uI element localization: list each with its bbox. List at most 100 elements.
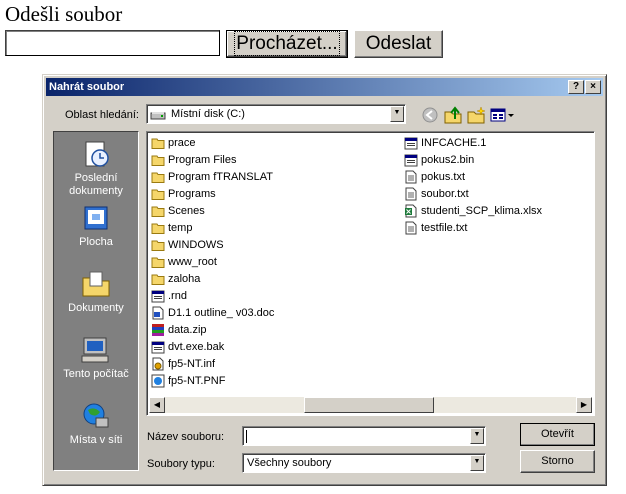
file-name: fp5-NT.inf — [168, 358, 216, 370]
file-item[interactable]: fp5-NT.inf — [151, 356, 215, 372]
filetype-value: Všechny soubory — [247, 457, 332, 469]
send-button[interactable]: Odeslat — [354, 30, 443, 58]
file-item[interactable]: pokus2.bin — [404, 152, 474, 168]
folder-icon — [151, 238, 165, 252]
text-file-icon — [404, 221, 418, 235]
file-item[interactable]: studenti_SCP_klima.xlsx — [404, 203, 542, 219]
folder-icon — [151, 187, 165, 201]
file-item[interactable]: Program fTRANSLAT — [151, 169, 273, 185]
file-item[interactable]: prace — [151, 135, 196, 151]
scroll-left-icon[interactable]: ◀ — [149, 397, 165, 413]
file-name: Program fTRANSLAT — [168, 171, 273, 183]
place-my-computer[interactable]: Tento počítač — [54, 334, 138, 381]
file-item[interactable]: WINDOWS — [151, 237, 224, 253]
file-name: data.zip — [168, 324, 207, 336]
scroll-right-icon[interactable]: ▶ — [576, 397, 592, 413]
file-name: soubor.txt — [421, 188, 469, 200]
chevron-down-icon[interactable]: ▼ — [470, 455, 484, 471]
place-network[interactable]: Místa v síti — [54, 400, 138, 447]
file-name: pokus.txt — [421, 171, 466, 183]
file-item[interactable]: Program Files — [151, 152, 236, 168]
place-label: Tento počítač — [63, 368, 129, 380]
file-name: prace — [168, 137, 196, 149]
view-menu-icon[interactable] — [489, 105, 515, 125]
file-item[interactable]: pokus.txt — [404, 169, 465, 185]
help-button[interactable]: ? — [568, 80, 584, 94]
page-heading: Odešli soubor — [5, 2, 123, 26]
folder-icon — [151, 153, 165, 167]
folder-icon — [151, 272, 165, 286]
file-item[interactable]: Programs — [151, 186, 216, 202]
file-path-input[interactable] — [5, 30, 220, 56]
file-name: studenti_SCP_klima.xlsx — [421, 205, 543, 217]
drive-icon — [150, 108, 166, 126]
file-name: Scenes — [168, 205, 205, 217]
file-name: WINDOWS — [168, 239, 224, 251]
file-item[interactable]: D1.1 outline_ v03.doc — [151, 305, 274, 321]
file-item[interactable]: zaloha — [151, 271, 200, 287]
dialog-titlebar[interactable]: Nahrát soubor ? × — [46, 78, 603, 96]
folder-icon — [151, 204, 165, 218]
cancel-button[interactable]: Storno — [520, 450, 595, 473]
folder-icon — [151, 221, 165, 235]
place-label: Poslední dokumenty — [69, 172, 123, 197]
places-bar: Poslední dokumenty Plocha Dokumenty Tent… — [53, 131, 139, 471]
chevron-down-icon[interactable]: ▼ — [470, 428, 484, 444]
text-file-icon — [404, 187, 418, 201]
close-button[interactable]: × — [585, 80, 601, 94]
file-item[interactable]: dvt.exe.bak — [151, 339, 224, 355]
browse-button[interactable]: Procházet... — [226, 30, 348, 58]
up-folder-icon[interactable] — [443, 105, 463, 125]
new-folder-icon[interactable] — [466, 105, 486, 125]
file-name: D1.1 outline_ v03.doc — [168, 307, 275, 319]
place-label: Místa v síti — [69, 434, 123, 446]
binary-file-icon — [151, 340, 165, 354]
file-item[interactable]: soubor.txt — [404, 186, 469, 202]
file-item[interactable]: INFCACHE.1 — [404, 135, 486, 151]
filetype-select[interactable]: Všechny soubory ▼ — [242, 453, 486, 473]
file-item[interactable]: testfile.txt — [404, 220, 467, 236]
place-desktop[interactable]: Plocha — [54, 202, 138, 249]
place-label: Dokumenty — [68, 302, 124, 314]
file-name: testfile.txt — [421, 222, 468, 234]
file-name: INFCACHE.1 — [421, 137, 487, 149]
file-item[interactable]: www_root — [151, 254, 217, 270]
file-item[interactable]: temp — [151, 220, 192, 236]
file-name: fp5-NT.PNF — [168, 375, 226, 387]
back-icon[interactable] — [420, 105, 440, 125]
file-name: temp — [168, 222, 193, 234]
folder-icon — [151, 170, 165, 184]
file-name: dvt.exe.bak — [168, 341, 225, 353]
binary-file-icon — [404, 153, 418, 167]
horizontal-scrollbar[interactable]: ◀ ▶ — [149, 397, 592, 413]
file-name: zaloha — [168, 273, 201, 285]
file-name: pokus2.bin — [421, 154, 475, 166]
file-list[interactable]: prace Program Files Program fTRANSLAT Progr… — [146, 131, 595, 416]
file-name: www_root — [168, 256, 217, 268]
text-file-icon — [404, 170, 418, 184]
chevron-down-icon[interactable]: ▼ — [390, 106, 404, 122]
file-name: .rnd — [168, 290, 187, 302]
desktop-icon — [80, 202, 112, 234]
filename-input[interactable]: ▼ — [242, 426, 486, 446]
word-document-icon — [151, 306, 165, 320]
file-item[interactable]: Scenes — [151, 203, 205, 219]
file-item[interactable]: .rnd — [151, 288, 187, 304]
open-button[interactable]: Otevřít — [520, 423, 595, 446]
look-in-select[interactable]: Místní disk (C:) ▼ — [146, 104, 406, 124]
scrollbar-thumb[interactable] — [304, 397, 434, 413]
filename-label: Název souboru: — [147, 431, 225, 443]
text-caret — [246, 430, 247, 443]
my-computer-icon — [80, 334, 112, 366]
excel-file-icon — [404, 204, 418, 218]
place-recent-documents[interactable]: Poslední dokumenty — [54, 138, 138, 198]
my-documents-icon — [80, 268, 112, 300]
folder-icon — [151, 255, 165, 269]
place-my-documents[interactable]: Dokumenty — [54, 268, 138, 315]
binary-file-icon — [151, 289, 165, 303]
file-item[interactable]: data.zip — [151, 322, 207, 338]
folder-icon — [151, 136, 165, 150]
file-item[interactable]: fp5-NT.PNF — [151, 373, 225, 389]
place-label: Plocha — [79, 236, 113, 248]
upload-dialog: Nahrát soubor ? × Oblast hledání: Místní… — [42, 74, 607, 486]
